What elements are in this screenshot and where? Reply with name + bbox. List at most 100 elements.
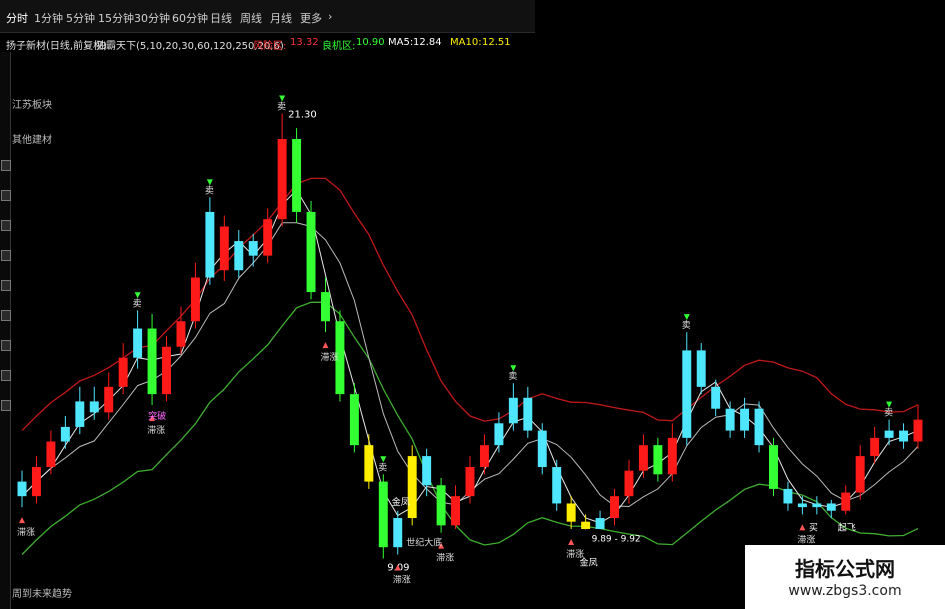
candle-body [234, 241, 244, 271]
tail-label: 滞涨 [17, 527, 35, 538]
candle-body [841, 492, 851, 511]
candle-body [104, 386, 114, 413]
candle-body [321, 292, 330, 322]
buy-label: 买 [809, 522, 818, 533]
candle-body [508, 397, 518, 424]
tail-label: 滞涨 [393, 574, 411, 585]
toolstrip-icon[interactable] [1, 160, 11, 171]
toolstrip-icon[interactable] [1, 190, 11, 201]
sell-signal-label: 卖 [682, 320, 691, 331]
candle-body [75, 401, 85, 427]
sell-arrow [206, 179, 213, 186]
watermark-title: 指标公式网 [795, 557, 895, 581]
candle-body [306, 211, 316, 293]
candle-body [783, 488, 793, 504]
sector-label-jiangsu[interactable]: 江苏板块 [12, 96, 52, 111]
candle-body [595, 518, 605, 529]
candle-body [537, 430, 547, 468]
candle-body [422, 456, 432, 486]
candle-body [479, 445, 489, 468]
candle-body [292, 139, 302, 212]
sector-label-building[interactable]: 其他建材 [12, 131, 52, 146]
left-toolstrip [0, 52, 11, 609]
toolstrip-icon[interactable] [1, 340, 11, 351]
candle-body [696, 350, 706, 387]
candle-body [740, 408, 750, 431]
sell-signal-label: 卖 [884, 408, 893, 419]
candle-body [653, 445, 663, 475]
buy-arrow [19, 517, 25, 524]
buy-arrow [322, 342, 329, 349]
candle-body [711, 386, 721, 409]
sell-signal-label: 卖 [133, 298, 142, 309]
candle-body [754, 408, 764, 446]
sell-arrow [886, 401, 893, 408]
tail-label: 滞涨 [436, 553, 454, 564]
candle-body [89, 401, 99, 413]
candle-body [118, 357, 128, 387]
gold-label: 金凤 [580, 556, 598, 568]
candle-body [378, 481, 388, 548]
toolstrip-icon[interactable] [1, 370, 11, 381]
candle-body [219, 226, 229, 271]
candle-body [277, 139, 287, 220]
bottom-status-text: 周到未来趋势 [12, 589, 72, 600]
tail-label: 滞涨 [797, 534, 815, 545]
fly-label: 起飞 [838, 522, 856, 533]
candle-body [523, 397, 533, 431]
candle-body [133, 328, 143, 358]
candle-body [913, 419, 923, 442]
candle-body [176, 321, 186, 347]
sell-signal-label: 卖 [378, 462, 387, 473]
range-label: 9.89 - 9.92 [592, 534, 641, 544]
candle-body [899, 430, 909, 442]
sell-arrow [380, 456, 387, 463]
candle-body [248, 241, 258, 256]
candle-body [393, 518, 403, 548]
toolstrip-icon[interactable] [1, 220, 11, 231]
candle-body [725, 408, 735, 431]
stock-chart-window: 分时 1分钟 5分钟 15分钟 30分钟 60分钟 日线 周线 月线 更多 › … [0, 0, 945, 609]
toolstrip-icon[interactable] [1, 310, 11, 321]
toolstrip-icon[interactable] [1, 280, 11, 291]
candle-body [566, 503, 576, 522]
candle-body [17, 481, 27, 497]
gold-label: 金凤 [392, 496, 410, 508]
candle-body [682, 350, 692, 438]
candlestick-chart[interactable]: 21.309.099.89 - 9.92卖卖卖卖卖卖卖滞涨滞涨滞涨滞涨滞涨滞涨滞… [0, 0, 945, 609]
candle-body [407, 456, 417, 519]
candle-body [826, 503, 836, 511]
candle-body [205, 211, 215, 278]
candle-body [60, 426, 70, 442]
tail-label: 滞涨 [320, 352, 338, 363]
breakout-label: 突破 [148, 410, 166, 422]
tail-label: 滞涨 [147, 425, 165, 436]
candle-body [436, 485, 446, 526]
candle-body [855, 456, 865, 493]
sell-signal-label: 卖 [205, 185, 214, 196]
candle-body [364, 445, 374, 482]
candle-body [797, 503, 807, 508]
candle-body [349, 394, 359, 446]
candle-body [638, 445, 648, 471]
candle-body [46, 441, 56, 468]
candle-body [465, 467, 475, 497]
candle-body [552, 467, 562, 504]
watermark-url: www.zbgs3.com [788, 583, 902, 599]
candle-body [667, 437, 677, 475]
toolstrip-icon[interactable] [1, 400, 11, 411]
candle-body [884, 430, 894, 438]
toolstrip-icon[interactable] [1, 250, 11, 261]
candle-body [190, 277, 200, 322]
sell-arrow [279, 95, 286, 102]
candle-body [581, 521, 591, 529]
candle-body [812, 503, 822, 508]
candle-body [494, 423, 504, 446]
candle-body [451, 496, 461, 526]
sell-signal-label: 卖 [508, 371, 517, 382]
candle-body [624, 470, 634, 497]
sell-arrow [510, 365, 517, 372]
sell-arrow [683, 314, 690, 321]
candle-body [162, 346, 171, 395]
candle-body [147, 328, 157, 395]
